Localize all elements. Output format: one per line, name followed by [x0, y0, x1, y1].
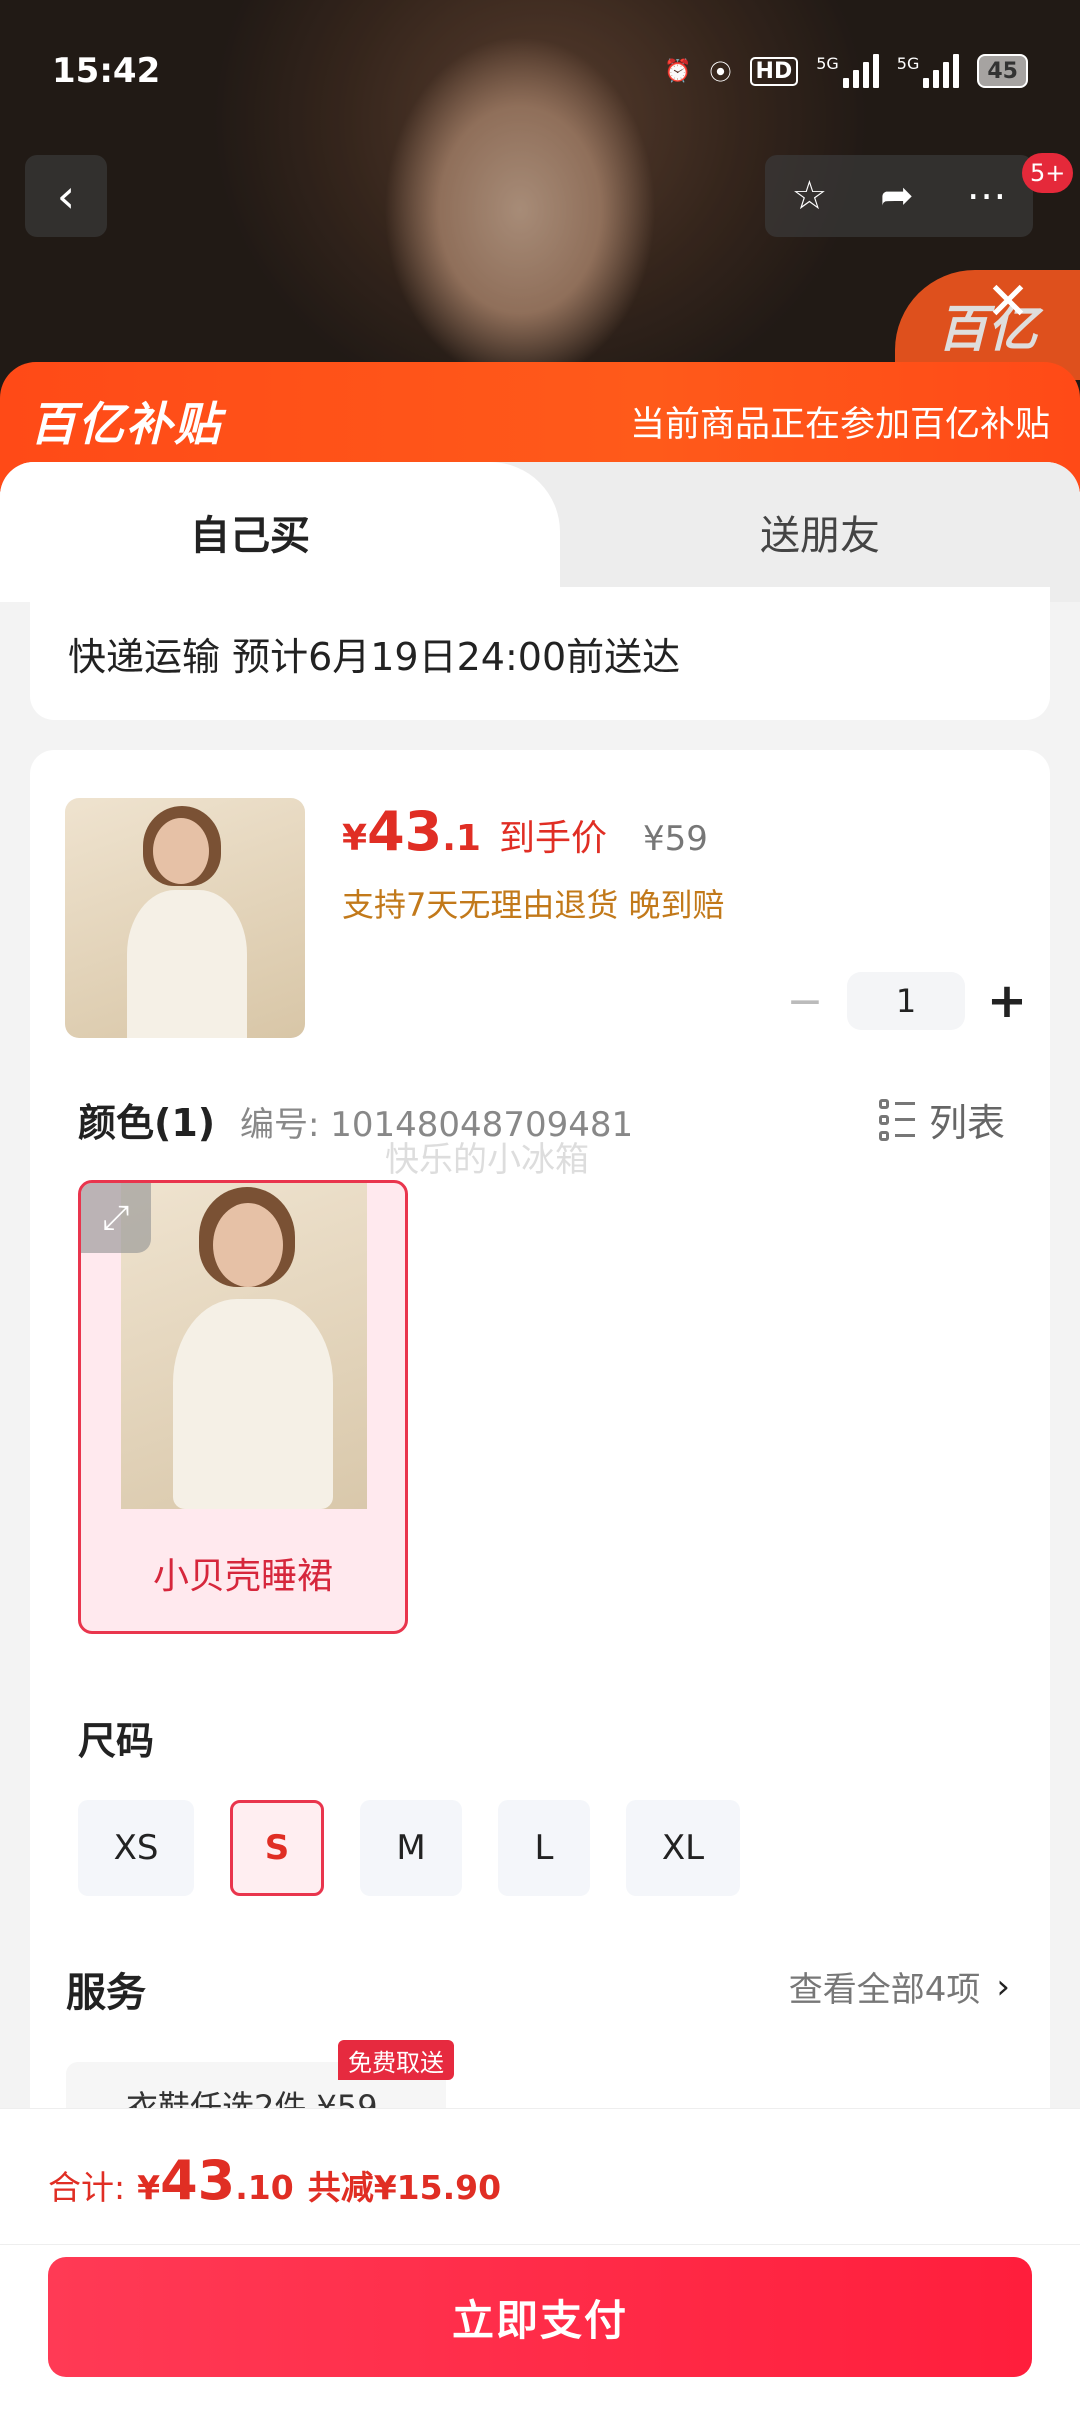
size-option-l[interactable]: L — [498, 1800, 590, 1896]
total-decimal: .10 — [235, 2168, 294, 2207]
color-option-selected[interactable]: ⤢ 小贝壳睡裙 — [78, 1180, 408, 1634]
chevron-left-icon: ‹ — [56, 169, 76, 223]
product-thumbnail[interactable] — [65, 798, 305, 1038]
list-label: 列表 — [928, 1101, 1005, 1145]
alarm-icon: ⏰ — [664, 58, 692, 84]
total-integer: 43 — [160, 2149, 236, 2212]
tab-send-to-friend[interactable]: 送朋友 — [560, 462, 1080, 602]
status-bar: 15:42 ⏰ ⦿ HD 5G 5G 45 — [52, 46, 1028, 96]
delivery-card: 快递运输 预计6月19日24:00前送达 — [30, 587, 1050, 720]
purchase-tabs: 自己买 送朋友 — [0, 462, 1080, 602]
delivery-text: 快递运输 预计6月19日24:00前送达 — [68, 635, 681, 679]
total-label: 合计: — [48, 2168, 126, 2207]
original-price: ¥59 — [642, 819, 708, 859]
location-icon: ⦿ — [709, 61, 732, 86]
view-all-label: 查看全部4项 — [788, 1970, 981, 2010]
price-decimal: .1 — [442, 818, 481, 859]
total-row: 合计: ¥ 43 .10 共减¥15.90 — [48, 2149, 501, 2212]
star-icon[interactable]: ☆ — [791, 173, 827, 219]
subsidy-text: 当前商品正在参加百亿补贴 — [629, 405, 1050, 445]
size-option-m[interactable]: M — [360, 1800, 462, 1896]
expand-icon[interactable]: ⤢ — [81, 1183, 151, 1253]
signal-icon-2: 5G — [897, 54, 960, 88]
increase-button[interactable]: + — [977, 973, 1037, 1029]
pay-now-button[interactable]: 立即支付 — [48, 2257, 1032, 2377]
size-option-xl[interactable]: XL — [626, 1800, 740, 1896]
return-promise: 支持7天无理由退货 晚到赔 — [342, 886, 725, 924]
quantity-stepper: − 1 + — [775, 972, 1037, 1030]
list-icon — [878, 1098, 915, 1141]
close-icon[interactable]: ✕ — [978, 272, 1038, 332]
watermark-text: 快乐的小冰箱 — [385, 1140, 589, 1180]
total-currency: ¥ — [137, 2168, 161, 2207]
divider — [0, 2244, 1080, 2245]
price-integer: 43 — [367, 800, 443, 863]
price-row: ¥ 43 .1 到手价 ¥59 — [342, 800, 708, 863]
subsidy-logo: 百亿补贴 — [30, 397, 222, 451]
list-view-toggle[interactable]: 列表 — [878, 1092, 1005, 1147]
back-button[interactable]: ‹ — [25, 155, 107, 237]
chevron-right-icon: › — [996, 1966, 1010, 2007]
service-title: 服务 — [66, 1970, 146, 2016]
size-title: 尺码 — [78, 1719, 155, 1763]
discount-total: 共减¥15.90 — [307, 2168, 502, 2207]
tab-buy-for-self[interactable]: 自己买 — [0, 462, 560, 602]
color-option-image — [121, 1183, 367, 1509]
signal-icon: 5G — [816, 54, 879, 88]
color-title: 颜色(1) — [78, 1101, 216, 1145]
hd-icon: HD — [749, 56, 799, 86]
quantity-field[interactable]: 1 — [847, 972, 965, 1030]
more-icon[interactable]: ⋯ — [967, 173, 1007, 219]
price-label: 到手价 — [498, 818, 607, 859]
notification-badge: 5+ — [1022, 153, 1074, 193]
size-option-s[interactable]: S — [230, 1800, 324, 1896]
status-time: 15:42 — [52, 51, 161, 91]
size-option-xs[interactable]: XS — [78, 1800, 194, 1896]
decrease-button[interactable]: − — [775, 976, 835, 1027]
battery-icon: 45 — [977, 54, 1028, 88]
price-currency: ¥ — [342, 818, 368, 859]
free-pickup-tag: 免费取送 — [338, 2040, 454, 2080]
checkout-bar: 合计: ¥ 43 .10 共减¥15.90 立即支付 — [0, 2108, 1080, 2412]
share-icon[interactable]: ➦ — [880, 173, 914, 219]
view-all-services[interactable]: 查看全部4项 › — [789, 1962, 1010, 2011]
top-actions: ☆ ➦ ⋯ — [765, 155, 1033, 237]
color-option-label: 小贝壳睡裙 — [152, 1556, 333, 1597]
page: 15:42 ⏰ ⦿ HD 5G 5G 45 ‹ ☆ ➦ ⋯ 5+ 百亿 ✕ 百亿… — [0, 0, 1080, 2412]
